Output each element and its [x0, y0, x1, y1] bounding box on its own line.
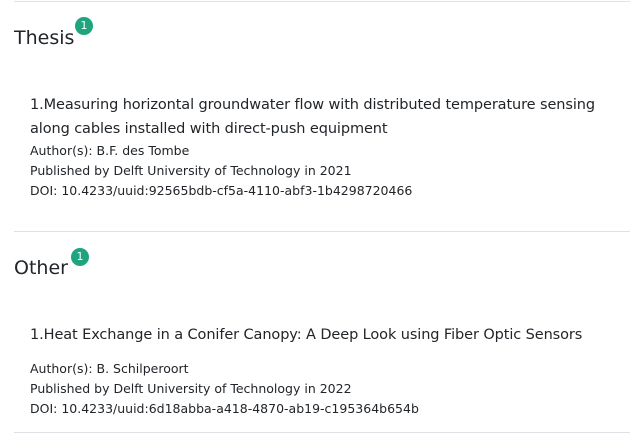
publication-publisher: Published by Delft University of Technol… [30, 381, 352, 396]
top-divider [14, 1, 630, 2]
publication-authors: Author(s): B. Schilperoort [30, 361, 189, 376]
section-divider [14, 231, 630, 232]
count-badge-other: 1 [71, 248, 89, 266]
publication-title-link[interactable]: 1.Measuring horizontal groundwater flow … [30, 93, 620, 141]
publication-doi: DOI: 10.4233/uuid:6d18abba-a418-4870-ab1… [30, 401, 419, 416]
publication-title-link[interactable]: 1.Heat Exchange in a Conifer Canopy: A D… [30, 323, 620, 347]
count-badge-thesis: 1 [75, 17, 93, 35]
bottom-divider [14, 432, 630, 433]
publication-authors: Author(s): B.F. des Tombe [30, 143, 190, 158]
list-item: 1.Measuring horizontal groundwater flow … [30, 93, 620, 201]
list-item: 1.Heat Exchange in a Conifer Canopy: A D… [30, 323, 620, 419]
section-title-other: Other [14, 257, 68, 279]
publication-publisher: Published by Delft University of Technol… [30, 163, 352, 178]
publication-doi: DOI: 10.4233/uuid:92565bdb-cf5a-4110-abf… [30, 183, 413, 198]
publications-page: Thesis 1 1.Measuring horizontal groundwa… [0, 0, 630, 441]
section-title-thesis: Thesis [14, 27, 75, 49]
